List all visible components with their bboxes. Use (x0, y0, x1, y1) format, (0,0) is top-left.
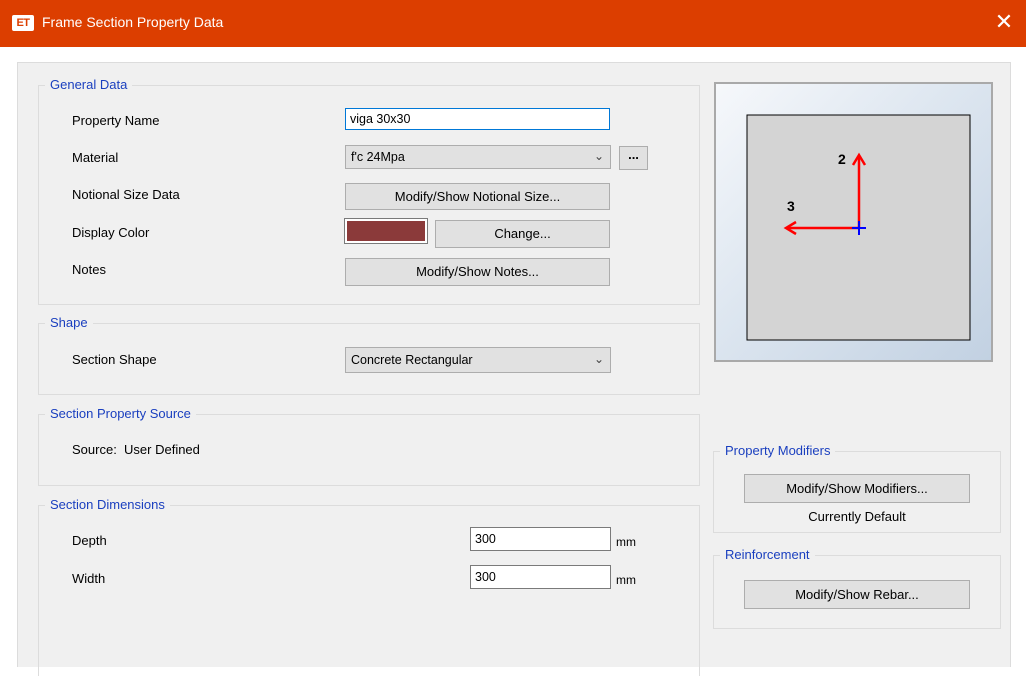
width-unit: mm (616, 573, 636, 587)
depth-label: Depth (72, 533, 107, 548)
section-dimensions-title: Section Dimensions (45, 497, 170, 513)
material-browse-button[interactable]: ... (619, 146, 648, 170)
depth-input[interactable] (470, 527, 611, 551)
material-select[interactable]: f'c 24Mpa ⌄ (345, 145, 611, 169)
reinforcement-group: Reinforcement Modify/Show Rebar... (713, 547, 1001, 629)
close-icon[interactable]: ✕ (992, 10, 1016, 34)
property-modifiers-title: Property Modifiers (720, 443, 836, 459)
shape-title: Shape (45, 315, 93, 331)
width-label: Width (72, 571, 106, 586)
section-dimensions-group: Section Dimensions Depth mm Width mm (38, 497, 700, 676)
title-bar: ET Frame Section Property Data ✕ (0, 0, 1026, 47)
width-input[interactable] (470, 565, 611, 589)
property-name-input[interactable] (345, 108, 610, 130)
chevron-down-icon: ⌄ (593, 149, 604, 163)
general-data-title: General Data (45, 77, 133, 93)
modify-modifiers-button[interactable]: Modify/Show Modifiers... (744, 474, 970, 503)
display-color-swatch[interactable] (344, 218, 428, 244)
notional-size-button[interactable]: Modify/Show Notional Size... (345, 183, 610, 210)
shape-group: Shape Section Shape Concrete Rectangular… (38, 315, 700, 395)
material-label: Material (72, 150, 119, 165)
modify-rebar-button[interactable]: Modify/Show Rebar... (744, 580, 970, 609)
window-title: Frame Section Property Data (42, 14, 224, 30)
section-property-source-group: Section Property Source Source: User Def… (38, 406, 700, 486)
modifiers-status: Currently Default (808, 509, 906, 524)
notional-size-label: Notional Size Data (72, 187, 180, 202)
section-shape-label: Section Shape (72, 352, 157, 367)
section-shape-select[interactable]: Concrete Rectangular ⌄ (345, 347, 611, 373)
material-value: f'c 24Mpa (351, 150, 405, 164)
axis-2-label: 2 (838, 151, 846, 167)
source-text: Source: User Defined (72, 442, 200, 457)
general-data-group: General Data Property Name Material f'c … (38, 77, 700, 305)
section-shape-value: Concrete Rectangular (351, 353, 473, 367)
chevron-down-icon: ⌄ (593, 352, 604, 366)
section-property-source-title: Section Property Source (45, 406, 196, 422)
notes-button[interactable]: Modify/Show Notes... (345, 258, 610, 286)
dialog-body: General Data Property Name Material f'c … (17, 62, 1011, 676)
reinforcement-title: Reinforcement (720, 547, 815, 563)
depth-unit: mm (616, 535, 636, 549)
section-preview: 2 3 (714, 82, 993, 362)
property-modifiers-group: Property Modifiers Modify/Show Modifiers… (713, 443, 1001, 533)
section-preview-drawing: 2 3 (746, 114, 971, 341)
etabs-app-icon: ET (12, 15, 34, 31)
change-color-button[interactable]: Change... (435, 220, 610, 248)
notes-label: Notes (72, 262, 106, 277)
property-name-label: Property Name (72, 113, 160, 128)
axis-3-label: 3 (787, 198, 795, 214)
display-color-label: Display Color (72, 225, 150, 240)
display-color-fill (347, 221, 425, 241)
